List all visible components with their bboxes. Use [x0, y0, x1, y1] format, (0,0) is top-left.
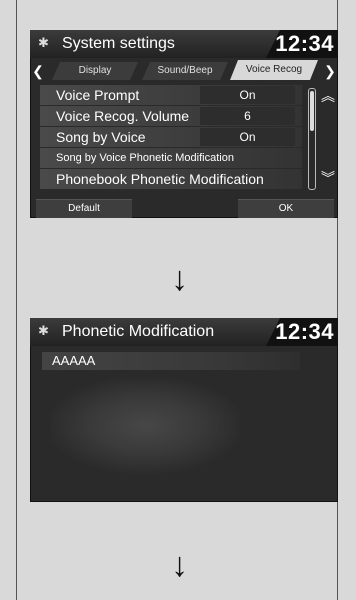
- double-chevron-down-icon[interactable]: ︾: [320, 168, 336, 188]
- setting-label: Phonebook Phonetic Modification: [56, 171, 264, 187]
- clock: 12:34: [275, 31, 334, 56]
- title-bar: ✱ Phonetic Modification 12:34: [30, 318, 338, 346]
- screen-title: System settings: [62, 35, 175, 52]
- double-chevron-up-icon[interactable]: ︽: [320, 86, 336, 106]
- chevron-left-icon[interactable]: ❮: [30, 60, 46, 82]
- setting-label: Song by Voice: [56, 129, 146, 145]
- setting-label: Song by Voice Phonetic Modification: [56, 152, 234, 164]
- setting-phonebook-phonetic-modification[interactable]: Phonebook Phonetic Modification: [40, 169, 302, 189]
- setting-label: Voice Recog. Volume: [56, 108, 190, 124]
- arrow-down-icon: ↓: [171, 260, 188, 298]
- clock-tab: 12:34: [266, 30, 338, 58]
- setting-voice-recog-volume[interactable]: Voice Recog. Volume 6: [40, 106, 302, 126]
- setting-value: 6: [200, 107, 295, 125]
- scroll-thumb[interactable]: [310, 91, 314, 131]
- clock: 12:34: [275, 319, 334, 344]
- tab-display[interactable]: Display: [52, 62, 138, 80]
- scrollbar[interactable]: [308, 88, 316, 190]
- setting-value: On: [200, 128, 295, 146]
- setting-voice-prompt[interactable]: Voice Prompt On: [40, 85, 302, 105]
- system-settings-screen: ✱ System settings 12:34 ❮ Display Sound/…: [30, 30, 338, 218]
- tab-voice-recog[interactable]: Voice Recog: [230, 60, 318, 80]
- chevron-right-icon[interactable]: ❯: [322, 60, 338, 82]
- tab-bar: ❮ Display Sound/Beep Voice Recog ❯: [30, 60, 338, 82]
- background-glow: [50, 378, 240, 473]
- gear-icon: ✱: [38, 323, 49, 338]
- title-bar: ✱ System settings 12:34: [30, 30, 338, 58]
- button-bar: Default OK: [30, 198, 338, 218]
- setting-song-by-voice[interactable]: Song by Voice On: [40, 127, 302, 147]
- setting-label: Voice Prompt: [56, 87, 140, 103]
- phonetic-entry-field[interactable]: AAAAA: [42, 352, 300, 370]
- settings-list: Voice Prompt On Voice Recog. Volume 6 So…: [40, 85, 302, 190]
- ok-button[interactable]: OK: [238, 199, 334, 218]
- screen-title: Phonetic Modification: [62, 323, 215, 340]
- default-button[interactable]: Default: [36, 199, 132, 218]
- clock-tab: 12:34: [266, 318, 338, 346]
- phonetic-modification-screen: ✱ Phonetic Modification 12:34 AAAAA: [30, 318, 338, 502]
- gear-icon: ✱: [38, 35, 49, 50]
- setting-value: On: [200, 86, 295, 104]
- arrow-down-icon: ↓: [171, 546, 188, 584]
- setting-song-phonetic-modification[interactable]: Song by Voice Phonetic Modification: [40, 148, 302, 168]
- tab-sound-beep[interactable]: Sound/Beep: [142, 62, 228, 80]
